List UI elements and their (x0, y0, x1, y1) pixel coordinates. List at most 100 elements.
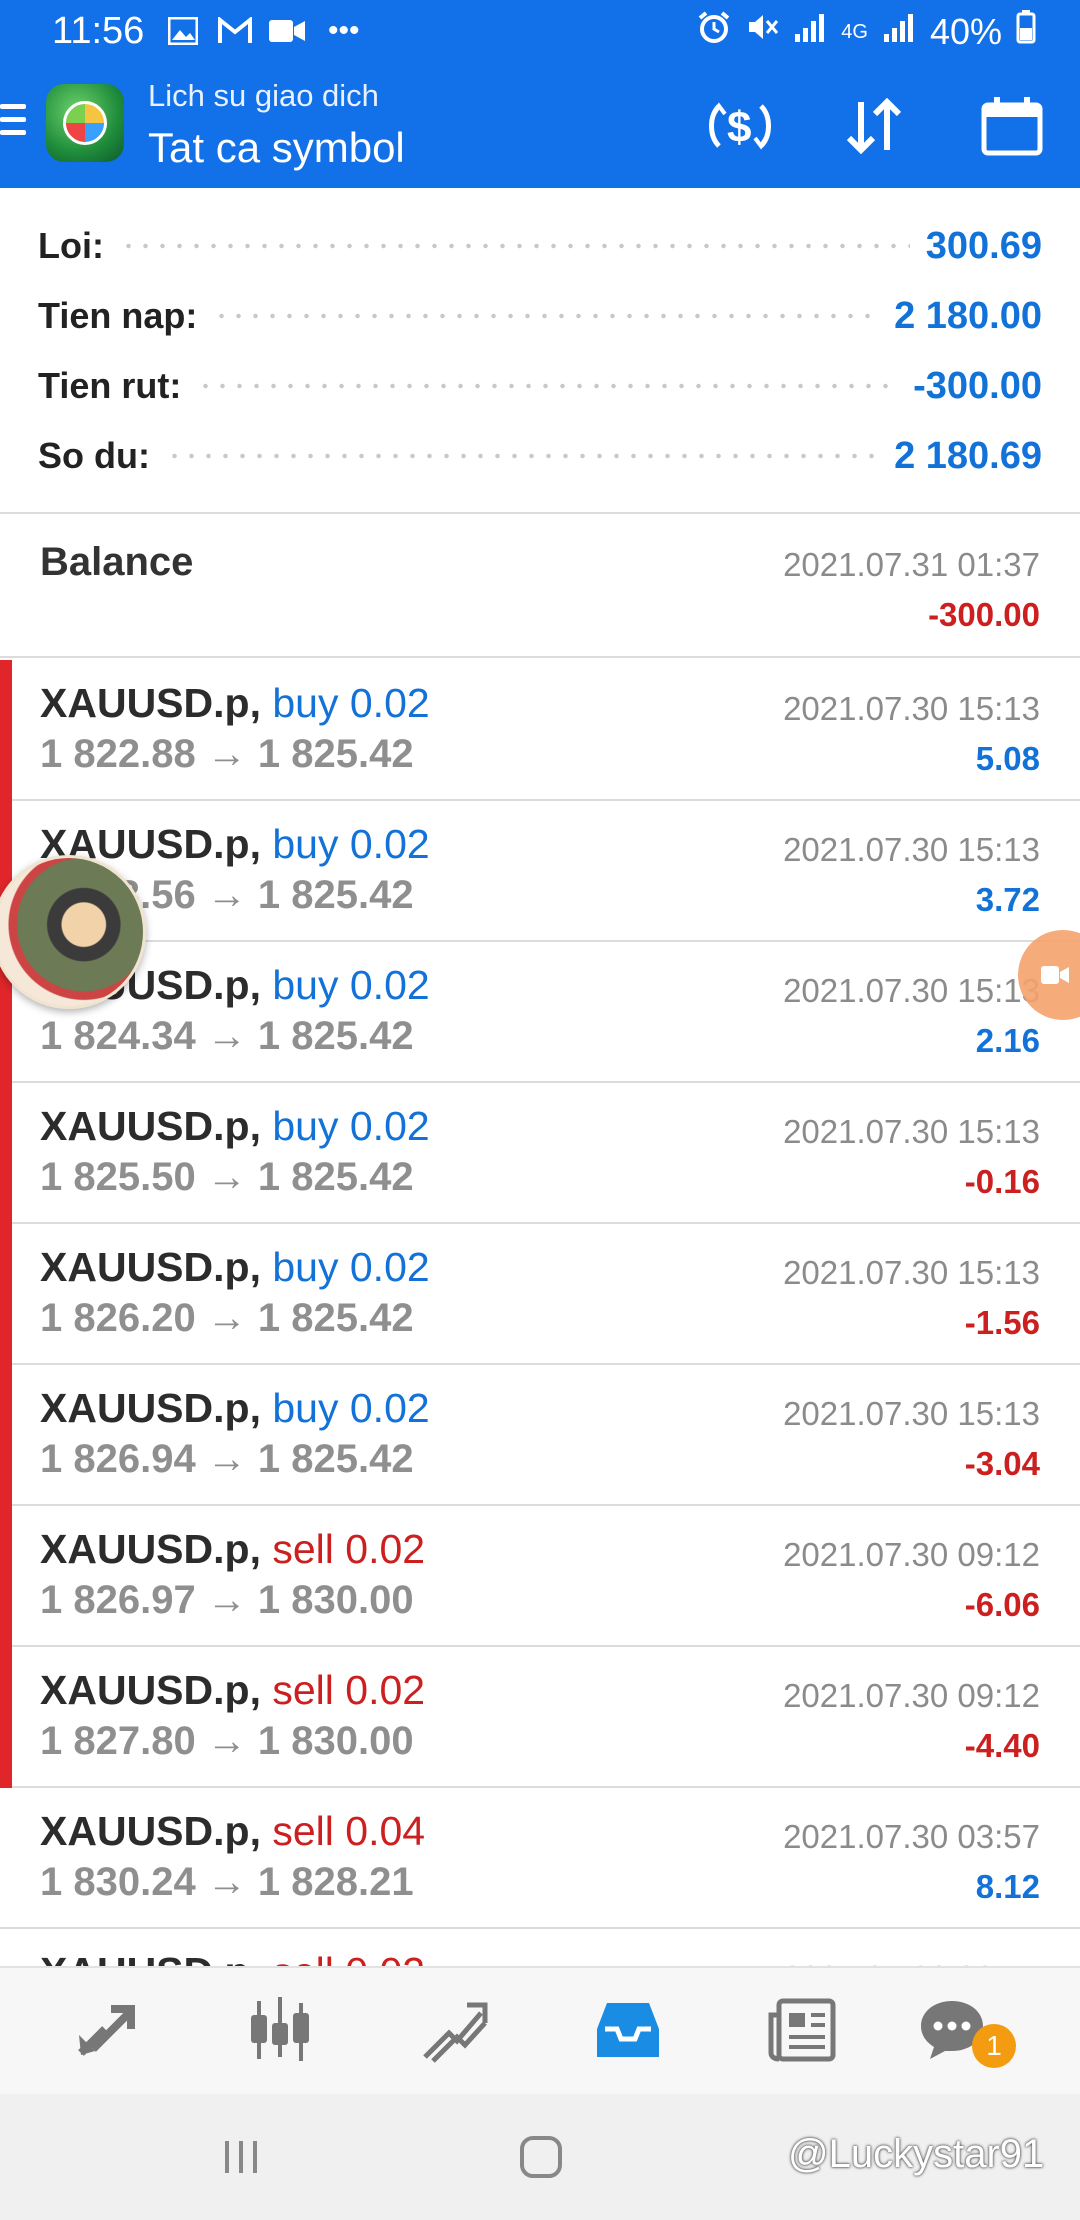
trade-direction: sell 0.02 (272, 1667, 426, 1713)
battery-percent: 40% (929, 10, 1002, 52)
nav-news[interactable] (762, 1990, 842, 2070)
trade-profit: -6.06 (964, 1586, 1040, 1623)
home-icon (520, 2136, 562, 2178)
trade-direction: sell 0.02 (272, 1526, 426, 1572)
trade-symbol: XAUUSD.p, (40, 1244, 261, 1290)
trade-date: 2021.07.30 09:12 (783, 1536, 1040, 1573)
alarm-icon (697, 10, 731, 53)
trade-prices: 1 822.88 → 1 825.42 (40, 732, 414, 776)
trade-profit: -0.16 (964, 1163, 1040, 1200)
trade-profit: -1.56 (964, 1304, 1040, 1341)
trade-profit: 5.08 (975, 740, 1040, 777)
trade-profit: 8.12 (975, 1868, 1040, 1905)
trade-direction: buy 0.02 (272, 680, 430, 726)
nav-trade[interactable] (414, 1990, 494, 2070)
nav-history[interactable] (588, 1990, 668, 2070)
calendar-icon (981, 97, 1043, 156)
trade-marker (0, 1506, 12, 1647)
trade-direction: sell 0.04 (272, 1808, 426, 1854)
trade-row[interactable]: XAUUSD.p, buy 0.02 1 822.88 → 1 825.42 202… (0, 660, 1080, 801)
trade-date: 2021.07.30 03:57 (783, 1959, 1040, 1966)
calendar-button[interactable] (974, 92, 1050, 160)
balance-value: 2 180.69 (894, 434, 1042, 477)
currency-exchange-button[interactable]: $ (702, 92, 778, 160)
trade-profit: -3.04 (964, 1445, 1040, 1482)
home-button[interactable] (516, 2132, 566, 2182)
balance-entry-date: 2021.07.31 01:37 (783, 546, 1040, 583)
trade-prices: 1 826.20 → 1 825.42 (40, 1296, 414, 1340)
signal-icon (793, 10, 827, 53)
dotted-leader (197, 382, 898, 390)
chat-badge: 1 (972, 2024, 1016, 2068)
menu-button[interactable] (0, 104, 26, 144)
trade-row[interactable]: XAUUSD.p, buy 0.02 1 824.34 → 1 825.42 202… (0, 942, 1080, 1083)
image-icon (168, 12, 198, 50)
balance-entry-amount: -300.00 (928, 596, 1040, 633)
trade-symbol: XAUUSD.p, (40, 1385, 261, 1431)
nav-quotes[interactable] (66, 1990, 146, 2070)
trade-symbol: XAUUSD.p, (40, 1667, 261, 1713)
trade-direction: buy 0.02 (272, 821, 430, 867)
recent-apps-button[interactable] (218, 2132, 264, 2182)
summary-withdrawal-row: Tien rut: -300.00 (38, 356, 1042, 416)
header-title[interactable]: Tat ca symbol (148, 124, 405, 172)
trade-profit: 3.72 (975, 881, 1040, 918)
trade-marker (0, 660, 12, 801)
trade-row[interactable]: XAUUSD.p, buy 0.02 1 825.50 → 1 825.42 202… (0, 1083, 1080, 1224)
trade-profit: -4.40 (964, 1727, 1040, 1764)
status-bar: 11:56 ••• 4G 40% (0, 0, 1080, 66)
trade-symbol: XAUUSD.p, (40, 1526, 261, 1572)
profit-label: Loi: (38, 225, 104, 266)
profit-value: 300.69 (925, 224, 1042, 267)
currency-exchange-icon: $ (709, 102, 771, 152)
video-icon (1041, 966, 1069, 984)
trade-date: 2021.07.30 15:13 (783, 1113, 1040, 1150)
trade-direction: buy 0.02 (272, 962, 430, 1008)
balance-entry[interactable]: Balance 2021.07.31 01:37 -300.00 (0, 516, 1080, 658)
sort-button[interactable] (836, 92, 912, 160)
video-icon (268, 12, 306, 50)
trade-symbol: XAUUSD.p, (40, 680, 261, 726)
trade-date: 2021.07.30 15:13 (783, 1395, 1040, 1432)
trade-title: XAUUSD.p, sell 0.02 (40, 1667, 425, 1714)
history-icon (597, 2003, 659, 2057)
trade-row[interactable]: XAUUSD.p, sell 0.02 1 826.97 → 1 830.00 20… (0, 1506, 1080, 1647)
summary-panel: Loi: 300.69 Tien nap: 2 180.00 Tien rut:… (0, 188, 1080, 514)
trade-prices: 1 826.97 → 1 830.00 (40, 1578, 414, 1622)
trade-row[interactable]: XAUUSD.p, sell 0.02 2021.07.30 03:57 (0, 1929, 1080, 1966)
trade-row[interactable]: XAUUSD.p, sell 0.04 1 830.24 → 1 828.21 20… (0, 1788, 1080, 1929)
trade-date: 2021.07.30 15:13 (783, 972, 1040, 1009)
status-right: 4G 40% (697, 10, 1036, 53)
trade-history-list[interactable]: XAUUSD.p, buy 0.02 1 822.88 → 1 825.42 202… (0, 660, 1080, 1966)
trade-date: 2021.07.30 03:57 (783, 1818, 1040, 1855)
trade-title: XAUUSD.p, buy 0.02 (40, 1103, 430, 1150)
trade-row[interactable]: XAUUSD.p, buy 0.02 1 826.94 → 1 825.42 202… (0, 1365, 1080, 1506)
trade-marker (0, 1083, 12, 1224)
trade-row[interactable]: XAUUSD.p, sell 0.02 1 827.80 → 1 830.00 20… (0, 1647, 1080, 1788)
withdrawal-value: -300.00 (913, 364, 1042, 407)
trade-title: XAUUSD.p, sell 0.02 (40, 1949, 425, 1966)
signal-icon-2 (882, 10, 916, 53)
trade-title: XAUUSD.p, buy 0.02 (40, 680, 430, 727)
trade-marker (0, 1224, 12, 1365)
chart-icon (251, 1997, 309, 2061)
trade-date: 2021.07.30 15:13 (783, 1254, 1040, 1291)
trade-prices: 1 824.34 → 1 825.42 (40, 1014, 414, 1058)
balance-label: So du: (38, 435, 150, 476)
sort-icon (846, 97, 902, 155)
trade-row[interactable]: XAUUSD.p, buy 0.02 1 823.56 → 1 825.42 202… (0, 801, 1080, 942)
trade-title: XAUUSD.p, buy 0.02 (40, 1385, 430, 1432)
header-subtitle: Lich su giao dich (148, 78, 379, 113)
nav-chart[interactable] (240, 1990, 320, 2070)
recent-apps-icon (225, 2141, 257, 2173)
trade-symbol: XAUUSD.p, (40, 1808, 261, 1854)
news-icon (768, 1998, 836, 2062)
dotted-leader (213, 312, 879, 320)
trade-prices: 1 825.50 → 1 825.42 (40, 1155, 414, 1199)
watermark-text: @Luckystar91 (788, 2132, 1045, 2176)
battery-icon (1016, 10, 1036, 53)
trade-symbol: XAUUSD.p, (40, 1949, 261, 1966)
trade-row[interactable]: XAUUSD.p, buy 0.02 1 826.20 → 1 825.42 202… (0, 1224, 1080, 1365)
dotted-leader (119, 242, 910, 250)
trade-date: 2021.07.30 15:13 (783, 690, 1040, 727)
